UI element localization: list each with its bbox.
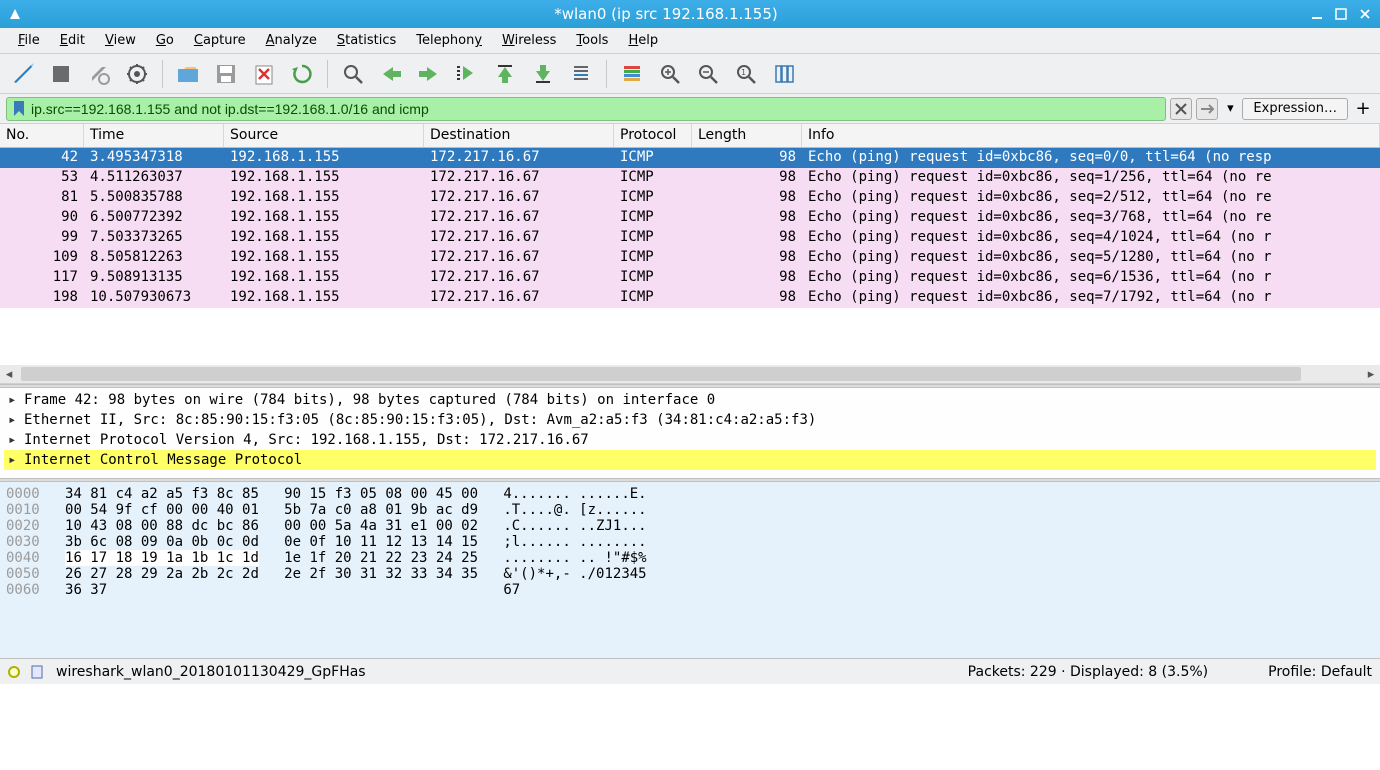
menu-wireless[interactable]: Wireless — [494, 30, 564, 51]
packet-row[interactable]: 423.495347318192.168.1.155172.217.16.67I… — [0, 148, 1380, 168]
column-time[interactable]: Time — [84, 124, 224, 147]
find-packet-button[interactable] — [336, 57, 370, 91]
zoom-reset-button[interactable]: 1 — [729, 57, 763, 91]
add-filter-button[interactable]: + — [1352, 98, 1374, 120]
toolbar-separator — [606, 60, 607, 88]
colorize-button[interactable] — [615, 57, 649, 91]
packet-row[interactable]: 815.500835788192.168.1.155172.217.16.67I… — [0, 188, 1380, 208]
auto-scroll-button[interactable] — [564, 57, 598, 91]
column-length[interactable]: Length — [692, 124, 802, 147]
title-bar: *wlan0 (ip src 192.168.1.155) — [0, 0, 1380, 28]
status-bar: wireshark_wlan0_20180101130429_GpFHas Pa… — [0, 658, 1380, 684]
menu-file[interactable]: File — [10, 30, 48, 51]
scroll-right-arrow[interactable]: ▸ — [1362, 365, 1380, 383]
packet-row[interactable]: 997.503373265192.168.1.155172.217.16.67I… — [0, 228, 1380, 248]
menu-statistics[interactable]: Statistics — [329, 30, 404, 51]
go-back-button[interactable] — [374, 57, 408, 91]
packet-row[interactable]: 534.511263037192.168.1.155172.217.16.67I… — [0, 168, 1380, 188]
svg-text:1: 1 — [741, 68, 746, 77]
toolbar-separator — [327, 60, 328, 88]
toolbar-separator — [162, 60, 163, 88]
packet-list: No. Time Source Destination Protocol Len… — [0, 124, 1380, 384]
column-protocol[interactable]: Protocol — [614, 124, 692, 147]
window-title: *wlan0 (ip src 192.168.1.155) — [22, 5, 1310, 23]
go-to-first-button[interactable] — [488, 57, 522, 91]
expand-arrow-icon[interactable]: ▸ — [8, 452, 18, 468]
expert-info-icon[interactable] — [8, 666, 20, 678]
clear-filter-button[interactable] — [1170, 98, 1192, 120]
filter-text-input[interactable] — [31, 101, 1161, 117]
expand-arrow-icon[interactable]: ▸ — [8, 432, 18, 448]
app-menu-icon[interactable] — [8, 7, 22, 21]
packet-bytes[interactable]: 0000 34 81 c4 a2 a5 f3 8c 85 90 15 f3 05… — [0, 482, 1380, 658]
apply-filter-button[interactable] — [1196, 98, 1218, 120]
column-destination[interactable]: Destination — [424, 124, 614, 147]
detail-row[interactable]: ▸Internet Protocol Version 4, Src: 192.1… — [4, 430, 1376, 450]
packet-row[interactable]: 906.500772392192.168.1.155172.217.16.67I… — [0, 208, 1380, 228]
column-info[interactable]: Info — [802, 124, 1380, 147]
display-filter-input[interactable] — [6, 97, 1166, 121]
menu-capture[interactable]: Capture — [186, 30, 254, 51]
packet-row[interactable]: 1098.505812263192.168.1.155172.217.16.67… — [0, 248, 1380, 268]
column-source[interactable]: Source — [224, 124, 424, 147]
filter-bookmark-icon[interactable] — [11, 101, 27, 117]
menu-go[interactable]: Go — [148, 30, 182, 51]
packet-details: ▸Frame 42: 98 bytes on wire (784 bits), … — [0, 388, 1380, 478]
filter-history-button[interactable]: ▾ — [1222, 98, 1238, 120]
status-packets: Packets: 229 · Displayed: 8 (3.5%) — [968, 664, 1208, 680]
detail-row[interactable]: ▸Internet Control Message Protocol — [4, 450, 1376, 470]
filter-bar: ▾ Expression… + — [0, 94, 1380, 124]
expand-arrow-icon[interactable]: ▸ — [8, 412, 18, 428]
menu-telephony[interactable]: Telephony — [408, 30, 490, 51]
expand-arrow-icon[interactable]: ▸ — [8, 392, 18, 408]
packet-row[interactable]: 1179.508913135192.168.1.155172.217.16.67… — [0, 268, 1380, 288]
start-capture-button[interactable] — [6, 57, 40, 91]
detail-row[interactable]: ▸Ethernet II, Src: 8c:85:90:15:f3:05 (8c… — [4, 410, 1376, 430]
resize-columns-button[interactable] — [767, 57, 801, 91]
scroll-left-arrow[interactable]: ◂ — [0, 365, 18, 383]
scroll-thumb[interactable] — [21, 367, 1301, 381]
zoom-in-button[interactable] — [653, 57, 687, 91]
maximize-button[interactable] — [1334, 7, 1348, 21]
column-no[interactable]: No. — [0, 124, 84, 147]
detail-row[interactable]: ▸Frame 42: 98 bytes on wire (784 bits), … — [4, 390, 1376, 410]
go-to-packet-button[interactable] — [450, 57, 484, 91]
close-file-button[interactable] — [247, 57, 281, 91]
packet-list-hscroll[interactable]: ◂ ▸ — [0, 365, 1380, 383]
go-to-last-button[interactable] — [526, 57, 560, 91]
menu-bar: File Edit View Go Capture Analyze Statis… — [0, 28, 1380, 54]
menu-analyze[interactable]: Analyze — [258, 30, 325, 51]
toolbar: 1 — [0, 54, 1380, 94]
status-profile[interactable]: Profile: Default — [1268, 664, 1372, 680]
stop-capture-button[interactable] — [44, 57, 78, 91]
status-file: wireshark_wlan0_20180101130429_GpFHas — [56, 664, 366, 680]
menu-edit[interactable]: Edit — [52, 30, 93, 51]
minimize-button[interactable] — [1310, 7, 1324, 21]
menu-tools[interactable]: Tools — [568, 30, 616, 51]
open-file-button[interactable] — [171, 57, 205, 91]
go-forward-button[interactable] — [412, 57, 446, 91]
reload-file-button[interactable] — [285, 57, 319, 91]
close-button[interactable] — [1358, 7, 1372, 21]
packet-list-header: No. Time Source Destination Protocol Len… — [0, 124, 1380, 148]
capture-options-button[interactable] — [120, 57, 154, 91]
menu-help[interactable]: Help — [620, 30, 666, 51]
save-file-button[interactable] — [209, 57, 243, 91]
packet-row[interactable]: 19810.507930673192.168.1.155172.217.16.6… — [0, 288, 1380, 308]
expression-button[interactable]: Expression… — [1242, 98, 1348, 120]
menu-view[interactable]: View — [97, 30, 144, 51]
zoom-out-button[interactable] — [691, 57, 725, 91]
restart-capture-button[interactable] — [82, 57, 116, 91]
edit-capture-comment-icon[interactable] — [30, 664, 46, 680]
